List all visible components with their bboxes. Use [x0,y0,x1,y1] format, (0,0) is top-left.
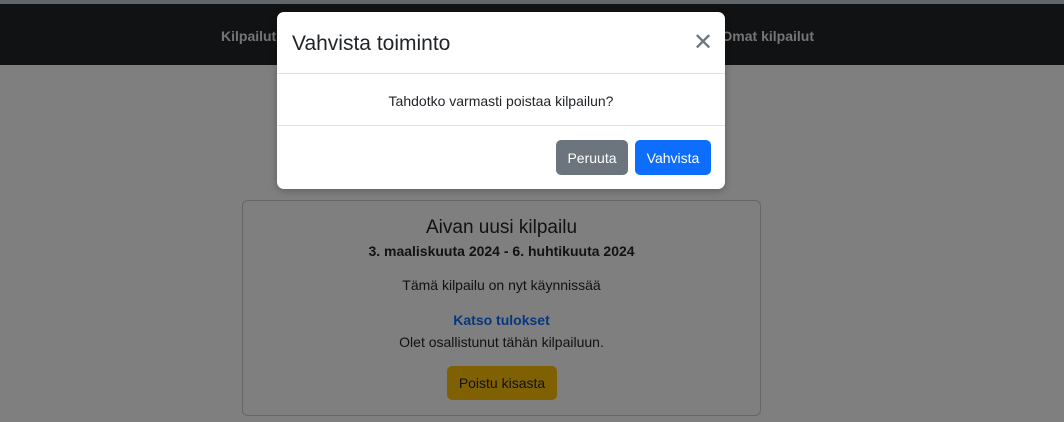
confirm-button[interactable]: Vahvista [635,140,711,175]
confirm-dialog: Vahvista toiminto ✕ Tahdotko varmasti po… [277,12,725,189]
dialog-title: Vahvista toiminto [292,32,451,55]
dialog-header: Vahvista toiminto ✕ [277,12,725,74]
dialog-message: Tahdotko varmasti poistaa kilpailun? [388,93,614,109]
dialog-body: Tahdotko varmasti poistaa kilpailun? [277,74,725,126]
close-icon[interactable]: ✕ [691,30,715,54]
cancel-button[interactable]: Peruuta [556,140,628,175]
